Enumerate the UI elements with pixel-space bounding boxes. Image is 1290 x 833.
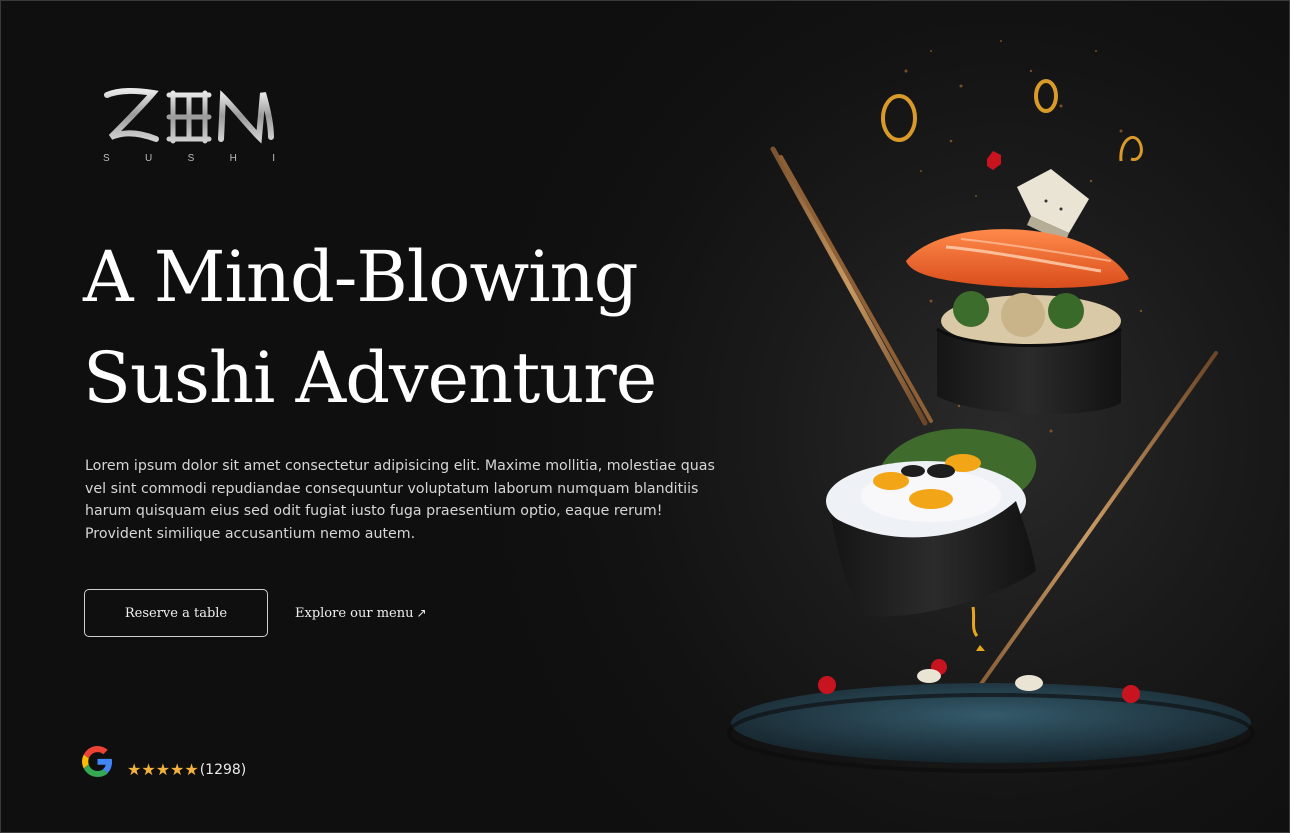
hero-headline: A Mind-Blowing Sushi Adventure [83, 227, 763, 429]
arrow-up-right-icon: ↗ [416, 606, 427, 620]
zen-logo-mark [104, 88, 274, 144]
logo-letter: S [187, 153, 195, 164]
logo-subtitle: S U S H I [103, 153, 275, 164]
reserve-table-label: Reserve a table [124, 605, 228, 621]
logo-letter: H [229, 153, 237, 164]
star-icon: ★ [184, 760, 199, 779]
salmon-slice [906, 229, 1129, 288]
explore-menu-label: Explore our menu [295, 605, 414, 621]
rating-stars[interactable]: ★ ★ ★ ★ ★ (1298) [127, 761, 246, 779]
brand-logo[interactable]: S U S H I [101, 87, 276, 167]
headline-line-2: Sushi Adventure [83, 337, 657, 419]
logo-letter: I [272, 153, 275, 164]
landing-page: S U S H I A Mind-Blowing Sushi Adventure… [0, 0, 1290, 833]
sushi-roll-middle [936, 291, 1122, 415]
star-icon: ★ [141, 760, 156, 779]
google-icon[interactable] [82, 746, 113, 777]
chopsticks-left [770, 146, 933, 426]
star-icon: ★ [127, 760, 142, 779]
logo-letter: U [145, 153, 153, 164]
review-count: (1298) [199, 762, 247, 778]
star-icon: ★ [155, 760, 171, 779]
explore-menu-link[interactable]: Explore our menu ↗ [295, 601, 427, 625]
sushi-roll-lower [826, 428, 1037, 637]
star-icon: ★ [170, 760, 185, 779]
logo-letter: S [103, 153, 110, 164]
hero-description: Lorem ipsum dolor sit amet consectetur a… [85, 458, 715, 542]
reserve-table-button[interactable]: Reserve a table [84, 589, 268, 637]
serving-plate [727, 645, 1255, 773]
headline-line-1: A Mind-Blowing [83, 236, 639, 318]
sushi-hero-image [727, 40, 1255, 773]
